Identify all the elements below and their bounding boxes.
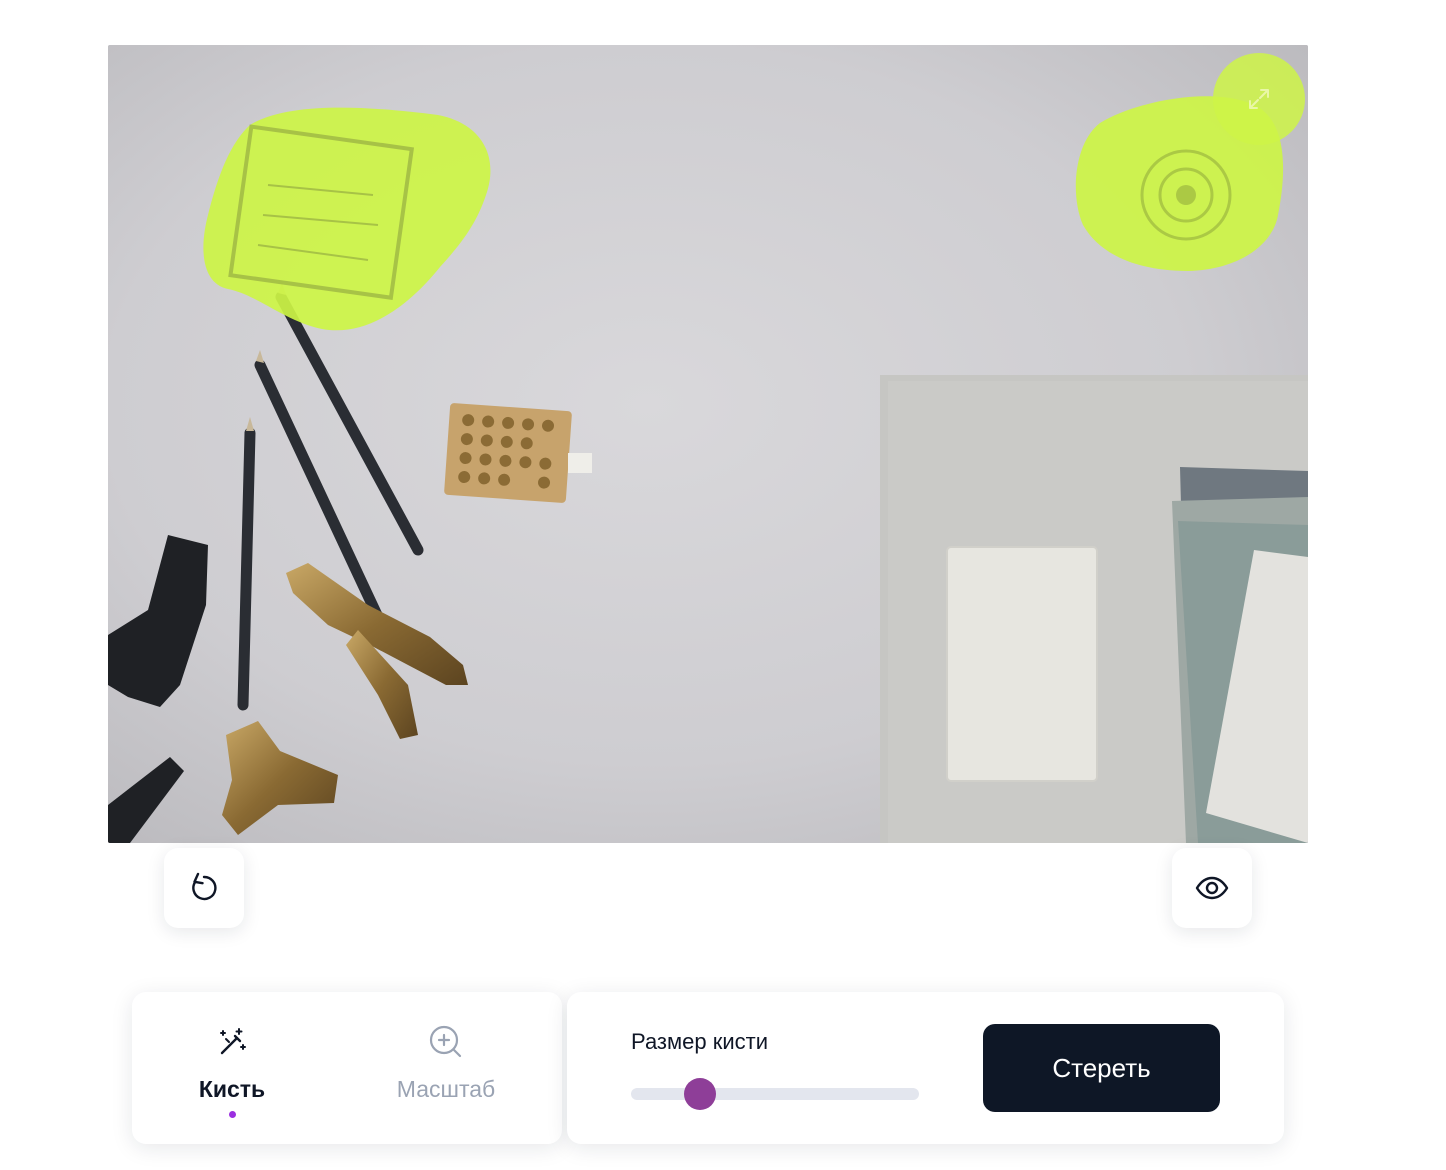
tool-zoom-icon-wrap	[428, 1024, 464, 1060]
brush-size-slider-thumb[interactable]	[684, 1078, 717, 1110]
brush-size-slider[interactable]	[631, 1078, 919, 1110]
tool-zoom[interactable]: Масштаб	[346, 992, 546, 1144]
image-canvas[interactable]	[108, 45, 1308, 843]
tool-brush-icon-wrap	[215, 1024, 249, 1060]
brush-size-label: Размер кисти	[631, 1029, 769, 1054]
tool-zoom-label: Масштаб	[396, 1076, 496, 1102]
rotate-ccw-icon	[192, 872, 217, 901]
scene-photo	[108, 45, 1308, 843]
active-tool-indicator	[228, 1111, 236, 1118]
zoom-in-icon	[429, 1025, 462, 1058]
eye-icon	[1195, 876, 1229, 900]
erase-button[interactable]: Стереть	[983, 1024, 1220, 1112]
magic-wand-icon	[220, 1028, 246, 1055]
expand-handle[interactable]	[1213, 53, 1305, 145]
tool-brush[interactable]: Кисть	[132, 992, 332, 1144]
preview-toggle-button[interactable]	[1172, 848, 1252, 928]
tool-brush-label: Кисть	[198, 1076, 266, 1102]
fabric-board	[880, 375, 1308, 843]
undo-button[interactable]	[164, 848, 244, 928]
brush-controls-panel: Размер кисти Стереть	[567, 992, 1284, 1144]
tools-panel: Кисть Масштаб	[132, 992, 562, 1144]
expand-arrows-icon	[1249, 89, 1269, 109]
